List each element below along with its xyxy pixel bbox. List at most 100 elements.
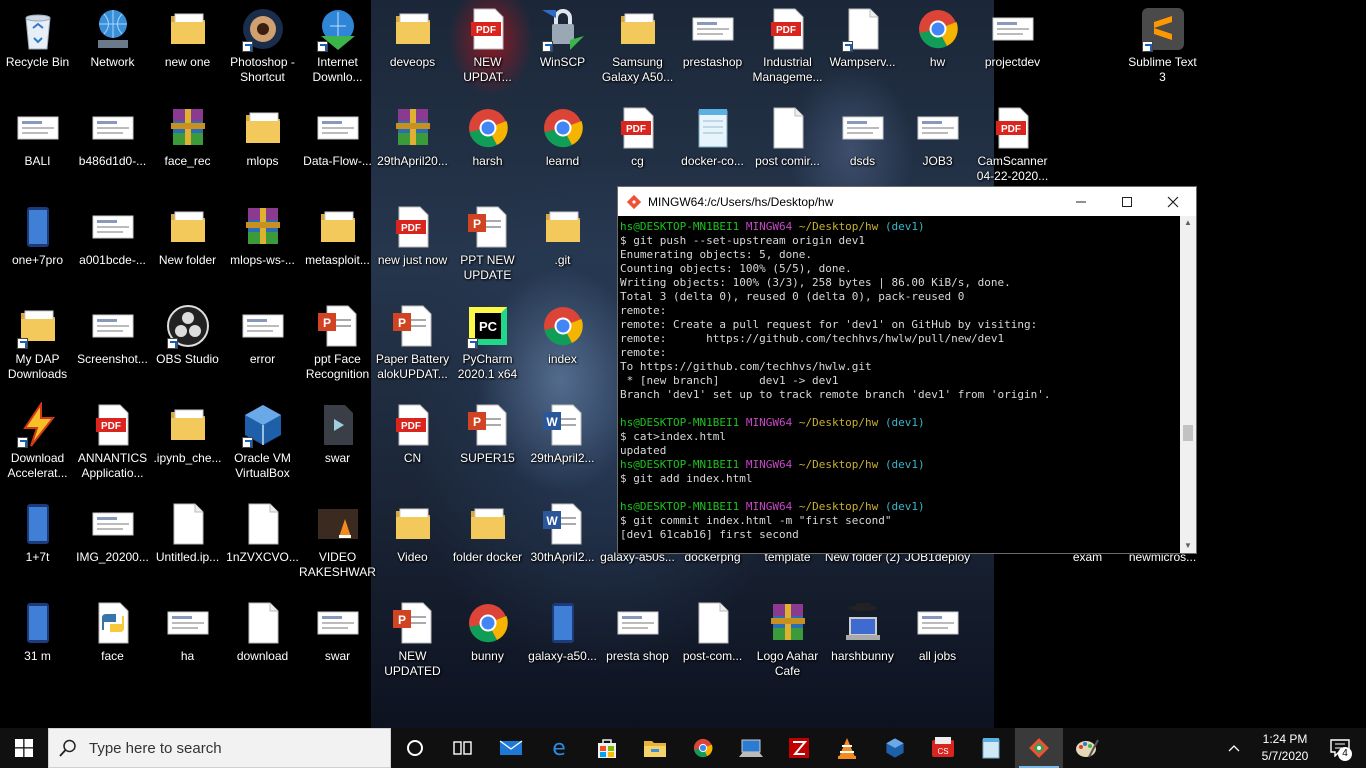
desktop-icon[interactable]: Sublime Text 3 [1125, 6, 1200, 85]
scroll-down-icon[interactable]: ▼ [1180, 539, 1196, 553]
terminal-window[interactable]: MINGW64:/c/Users/hs/Desktop/hw hs@DESKTO… [617, 186, 1197, 554]
desktop-icon[interactable]: Recycle Bin [0, 6, 75, 70]
desktop-icon[interactable]: bunny [450, 600, 525, 664]
desktop-icon[interactable]: 31 m [0, 600, 75, 664]
desktop-icon[interactable]: galaxy-a50... [525, 600, 600, 664]
desktop-icon[interactable]: Data-Flow-... [300, 105, 375, 169]
desktop-icon[interactable]: index [525, 303, 600, 367]
minimize-button[interactable] [1058, 187, 1104, 216]
desktop-icon[interactable]: Samsung Galaxy A50... [600, 6, 675, 85]
desktop-icon[interactable]: P SUPER15 [450, 402, 525, 466]
desktop-icon[interactable]: b486d1d0-... [75, 105, 150, 169]
desktop-icon[interactable]: Download Accelerat... [0, 402, 75, 481]
desktop-icon[interactable]: all jobs [900, 600, 975, 664]
desktop-icon[interactable]: VIDEO RAKESHWAR [299, 501, 376, 580]
desktop-icon[interactable]: learnd [525, 105, 600, 169]
desktop-icon[interactable]: mlops [225, 105, 300, 169]
desktop-icon[interactable]: Screenshot... [75, 303, 150, 367]
maximize-button[interactable] [1104, 187, 1150, 216]
start-button[interactable] [0, 728, 48, 768]
taskbar-app-vlc[interactable] [823, 728, 871, 768]
desktop-icon[interactable]: Video [375, 501, 450, 565]
desktop-icon[interactable]: PDF ANNANTICS Applicatio... [75, 402, 150, 481]
desktop-icon[interactable]: PDF cg [600, 105, 675, 169]
desktop-icon[interactable]: Pppt Face Recognition [300, 303, 375, 382]
terminal-output[interactable]: hs@DESKTOP-MN1BEI1 MINGW64 ~/Desktop/hw … [618, 216, 1180, 553]
desktop-icon[interactable]: Oracle VM VirtualBox [225, 402, 300, 481]
taskbar-app-mail[interactable] [487, 728, 535, 768]
taskbar-search-box[interactable]: Type here to search [48, 728, 391, 768]
taskbar-app-store[interactable] [583, 728, 631, 768]
taskbar-app-camscanner[interactable]: CS [919, 728, 967, 768]
show-hidden-icons-button[interactable] [1220, 728, 1248, 768]
desktop-icon[interactable]: swar [300, 600, 375, 664]
taskbar-app-git-bash[interactable] [1015, 728, 1063, 768]
desktop-icon[interactable]: hw [900, 6, 975, 70]
desktop-icon[interactable]: post-com... [675, 600, 750, 664]
taskbar-app-edge[interactable]: e [535, 728, 583, 768]
desktop-icon[interactable]: Photoshop - Shortcut [225, 6, 300, 85]
desktop-icon[interactable]: harsh [450, 105, 525, 169]
desktop-icon[interactable]: metasploit... [300, 204, 375, 268]
taskbar-app-file-explorer[interactable] [631, 728, 679, 768]
desktop-icon[interactable]: PDF Industrial Manageme... [750, 6, 825, 85]
desktop-icon[interactable]: P Paper Battery alokUPDAT... [375, 303, 450, 382]
desktop-icon[interactable]: Wampserv... [825, 6, 900, 70]
scroll-up-icon[interactable]: ▲ [1180, 216, 1196, 230]
desktop-icon[interactable]: folder docker [450, 501, 525, 565]
desktop-icon[interactable]: 29thApril20... [375, 105, 450, 169]
action-center-button[interactable]: 4 [1322, 728, 1358, 768]
desktop-icon[interactable]: one+7pro [0, 204, 75, 268]
desktop-icon[interactable]: download [225, 600, 300, 664]
desktop-icon[interactable]: PDF CamScanner 04-22-2020... [975, 105, 1050, 184]
desktop-icon[interactable]: Network [75, 6, 150, 70]
cortana-button[interactable] [391, 728, 439, 768]
desktop-icon[interactable]: mlops-ws-... [225, 204, 300, 268]
desktop-icon[interactable]: .git [525, 204, 600, 268]
desktop-icon[interactable]: New folder [150, 204, 225, 268]
desktop-icon[interactable]: a001bcde-... [75, 204, 150, 268]
desktop-icon[interactable]: JOB3 [900, 105, 975, 169]
desktop-icon[interactable]: .ipynb_che... [150, 402, 225, 466]
desktop-icon[interactable]: P PPT NEW UPDATE [450, 204, 525, 283]
terminal-titlebar[interactable]: MINGW64:/c/Users/hs/Desktop/hw [618, 187, 1196, 216]
desktop-icon[interactable]: post comir... [750, 105, 825, 169]
close-button[interactable] [1150, 187, 1196, 216]
desktop-icon[interactable]: BALI [0, 105, 75, 169]
desktop-icon[interactable]: dsds [825, 105, 900, 169]
taskbar-app-computer[interactable] [727, 728, 775, 768]
desktop-icon[interactable]: projectdev [975, 6, 1050, 70]
desktop-icon[interactable]: PDF new just now [375, 204, 450, 268]
desktop-icon[interactable]: 1nZVXCVO... [225, 501, 300, 565]
desktop-icon[interactable]: P NEW UPDATED [375, 600, 450, 679]
desktop-icon[interactable]: OBS Studio [150, 303, 225, 367]
desktop-icon[interactable]: PDF CN [375, 402, 450, 466]
desktop-icon[interactable]: deveops [375, 6, 450, 70]
desktop-icon[interactable]: Logo Aahar Cafe [750, 600, 825, 679]
scroll-thumb[interactable] [1183, 425, 1193, 441]
desktop-icon[interactable]: error [225, 303, 300, 367]
desktop-icon[interactable]: Untitled.ip... [150, 501, 225, 565]
desktop-icon[interactable]: Internet Downlo... [300, 6, 375, 85]
desktop-icon[interactable]: IMG_20200... [75, 501, 150, 565]
taskbar-app-virtualbox[interactable] [871, 728, 919, 768]
desktop-icon[interactable]: My DAP Downloads [0, 303, 75, 382]
desktop-icon[interactable]: face_rec [150, 105, 225, 169]
taskbar-app-paint[interactable] [1063, 728, 1111, 768]
desktop-icon[interactable]: PC PyCharm 2020.1 x64 [450, 303, 525, 382]
desktop-icon[interactable]: ha [150, 600, 225, 664]
desktop-icon[interactable]: W 29thApril2... [525, 402, 600, 466]
taskbar-app-notepad[interactable] [967, 728, 1015, 768]
desktop-icon[interactable]: face [75, 600, 150, 664]
desktop-icon[interactable]: swar [300, 402, 375, 466]
desktop-icon[interactable]: prestashop [675, 6, 750, 70]
desktop-icon[interactable]: presta shop [600, 600, 675, 664]
taskbar-app-task-view[interactable] [439, 728, 487, 768]
desktop-icon[interactable]: harshbunny [825, 600, 900, 664]
taskbar-app-chrome[interactable] [679, 728, 727, 768]
desktop-icon[interactable]: WinSCP [525, 6, 600, 70]
desktop-icon[interactable]: W 30thApril2... [525, 501, 600, 565]
desktop-icon[interactable]: docker-co... [675, 105, 750, 169]
desktop-icon[interactable]: PDF NEW UPDAT... [450, 6, 525, 85]
desktop-icon[interactable]: new one [150, 6, 225, 70]
